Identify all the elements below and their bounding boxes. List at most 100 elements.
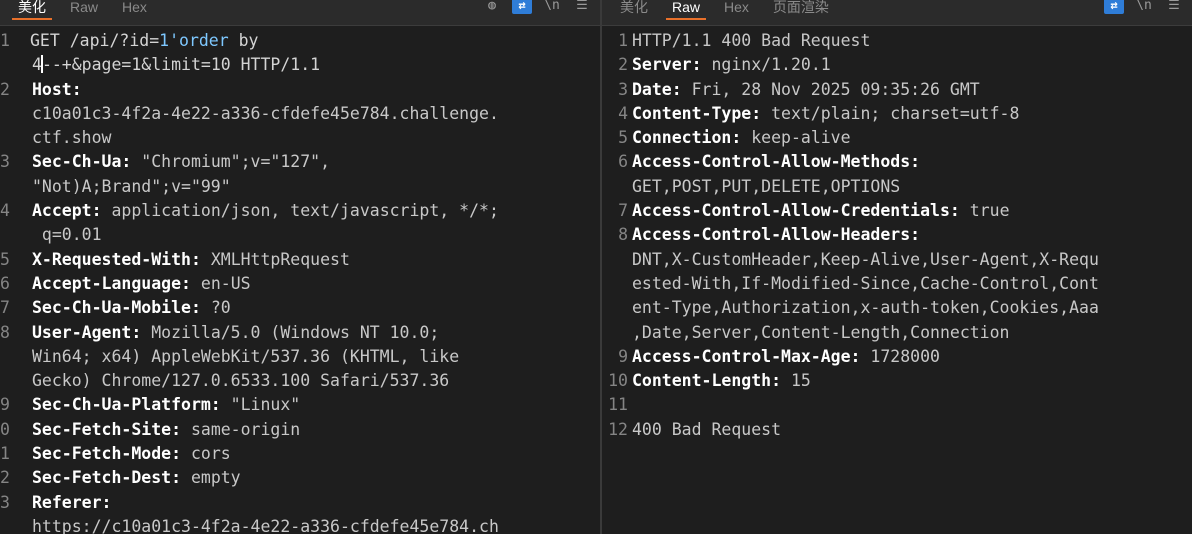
response-editor[interactable]: 1 HTTP/1.1 400 Bad Request 2 Server: nginx/… <box>602 27 1192 534</box>
wrap-lines-icon[interactable]: ⇄ <box>512 0 532 14</box>
header-value: ctf.show <box>32 128 112 148</box>
header-name: Sec-Fetch-Dest: <box>32 468 182 488</box>
newline-icon[interactable]: \n <box>1134 0 1154 14</box>
request-editor[interactable]: 1 GET /api/?id=1'order by 4--+&page=1&limi… <box>0 27 600 534</box>
header-name: Date: <box>632 79 682 99</box>
code-line: 4 Accept: application/json, text/javascri… <box>0 199 600 223</box>
menu-icon[interactable]: ☰ <box>1164 0 1184 14</box>
code-line: ,Date,Server,Content-Length,Connection <box>602 321 1192 345</box>
code-line: Gecko) Chrome/127.0.6533.100 Safari/537.… <box>0 369 600 393</box>
line-content: Content-Length: 15 <box>632 369 1192 393</box>
line-number: 2 <box>0 468 10 488</box>
line-content: ent-Type,Authorization,x-auth-token,Cook… <box>632 296 1192 320</box>
code-line: ent-Type,Authorization,x-auth-token,Cook… <box>602 296 1192 320</box>
response-tab-raw[interactable]: Raw <box>660 0 712 20</box>
line-number: 5 <box>618 128 628 148</box>
header-name: Accept: <box>32 201 102 221</box>
eye-off-icon[interactable]: ◍ <box>482 0 502 14</box>
request-line-text: GET /api/?id= <box>30 31 160 50</box>
header-value: DNT,X-CustomHeader,Keep-Alive,User-Agent… <box>632 249 1099 269</box>
response-tab-pretty[interactable]: 美化 <box>608 0 660 20</box>
header-value: GET,POST,PUT,DELETE,OPTIONS <box>632 176 901 196</box>
header-name: Sec-Fetch-Mode: <box>32 444 182 464</box>
line-content: Accept: application/json, text/javascrip… <box>10 199 600 223</box>
request-tab-hex[interactable]: Hex <box>110 0 159 20</box>
header-value: Fri, 28 Nov 2025 09:35:26 GMT <box>681 79 980 99</box>
line-content: https://c10a01c3-4f2a-4e22-a336-cfdefe45… <box>10 515 600 534</box>
code-line: 2 Server: nginx/1.20.1 <box>602 53 1192 77</box>
newline-icon[interactable]: \n <box>542 0 562 14</box>
code-line: 8 User-Agent: Mozilla/5.0 (Windows NT 10.… <box>0 321 600 345</box>
code-line: 4 Content-Type: text/plain; charset=utf-8 <box>602 102 1192 126</box>
line-content: GET /api/?id=1'order by <box>10 29 600 53</box>
line-number: 2 <box>0 79 10 99</box>
line-content: ctf.show <box>10 126 600 150</box>
line-number: 12 <box>608 419 628 439</box>
header-value: XMLHttpRequest <box>200 249 350 269</box>
request-tab-raw[interactable]: Raw <box>58 0 110 20</box>
code-line: https://c10a01c3-4f2a-4e22-a336-cfdefe45… <box>0 515 600 534</box>
code-line: 4--+&page=1&limit=10 HTTP/1.1 <box>0 53 600 77</box>
line-content: Sec-Fetch-Site: same-origin <box>10 418 600 442</box>
header-value: Mozilla/5.0 (Windows NT 10.0; <box>141 322 440 342</box>
line-number <box>0 515 10 534</box>
code-line: 10 Content-Length: 15 <box>602 369 1192 393</box>
request-line-param: 1'order <box>159 31 229 50</box>
line-content: c10a01c3-4f2a-4e22-a336-cfdefe45e784.cha… <box>10 102 600 126</box>
header-name: Accept-Language: <box>32 273 191 293</box>
code-line: "Not)A;Brand";v="99" <box>0 175 600 199</box>
header-value: "Not)A;Brand";v="99" <box>32 176 231 196</box>
header-name: Sec-Ch-Ua-Platform: <box>32 395 221 415</box>
header-value: en-US <box>190 273 251 293</box>
line-number: 10 <box>608 371 628 391</box>
code-line: 5 Connection: keep-alive <box>602 126 1192 150</box>
line-number <box>0 102 10 126</box>
response-tab-render[interactable]: 页面渲染 <box>761 0 841 20</box>
request-tab-pretty[interactable]: 美化 <box>6 0 58 20</box>
wrap-lines-icon[interactable]: ⇄ <box>1104 0 1124 14</box>
header-value: https://c10a01c3-4f2a-4e22-a336-cfdefe45… <box>32 516 499 534</box>
line-content: Access-Control-Allow-Methods: <box>632 150 1192 174</box>
line-content: Accept-Language: en-US <box>10 272 600 296</box>
line-number: 6 <box>0 273 10 293</box>
response-pane: 美化 Raw Hex 页面渲染 ⇄ \n ☰ 1 HTTP/1.1 400 Bad… <box>600 0 1192 534</box>
line-content: Win64; x64) AppleWebKit/537.36 (KHTML, l… <box>10 345 600 369</box>
header-name: Referer: <box>32 492 112 512</box>
header-value: text/plain; charset=utf-8 <box>761 103 1020 123</box>
code-line: ctf.show <box>0 126 600 150</box>
line-content: ested-With,If-Modified-Since,Cache-Contr… <box>632 272 1192 296</box>
header-name: Access-Control-Allow-Methods: <box>632 152 921 172</box>
line-number: 3 <box>0 152 10 172</box>
line-content: GET,POST,PUT,DELETE,OPTIONS <box>632 175 1192 199</box>
line-content: Access-Control-Max-Age: 1728000 <box>632 345 1192 369</box>
header-value: c10a01c3-4f2a-4e22-a336-cfdefe45e784.cha… <box>32 103 499 123</box>
line-number: 9 <box>618 346 628 366</box>
header-name: Content-Length: <box>632 371 782 391</box>
line-number <box>602 272 632 296</box>
header-value: same-origin <box>181 419 301 439</box>
request-line-param: --+&page=1&limit=10 HTTP/1.1 <box>41 55 321 75</box>
header-value: 400 Bad Request <box>632 419 782 439</box>
line-content: Content-Type: text/plain; charset=utf-8 <box>632 102 1192 126</box>
line-number: 4 <box>618 103 628 123</box>
code-line: 5 X-Requested-With: XMLHttpRequest <box>0 248 600 272</box>
header-value: 1728000 <box>860 346 940 366</box>
response-tab-hex[interactable]: Hex <box>712 0 761 20</box>
line-number <box>0 369 10 393</box>
code-line: 9 Access-Control-Max-Age: 1728000 <box>602 345 1192 369</box>
line-number: 1 <box>0 444 10 464</box>
menu-icon[interactable]: ☰ <box>572 0 592 14</box>
code-line: Win64; x64) AppleWebKit/537.36 (KHTML, l… <box>0 345 600 369</box>
line-number: 0 <box>0 419 10 439</box>
header-value: HTTP/1.1 400 Bad Request <box>632 31 871 50</box>
header-value: application/json, text/javascript, */*; <box>101 201 499 221</box>
header-value: 15 <box>781 371 811 391</box>
code-line: 2 Host: <box>0 78 600 102</box>
line-content: Gecko) Chrome/127.0.6533.100 Safari/537.… <box>10 369 600 393</box>
code-line: 0 Sec-Fetch-Site: same-origin <box>0 418 600 442</box>
line-number: 11 <box>608 395 628 415</box>
header-value: ent-Type,Authorization,x-auth-token,Cook… <box>632 298 1099 318</box>
header-value: "Chromium";v="127", <box>131 152 331 172</box>
code-line: GET,POST,PUT,DELETE,OPTIONS <box>602 175 1192 199</box>
header-value: "Linux" <box>220 395 301 415</box>
